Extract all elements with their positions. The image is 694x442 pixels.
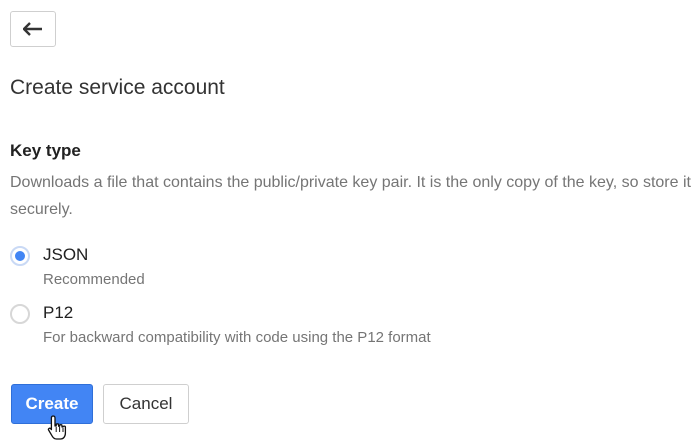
radio-label-p12: P12: [43, 303, 74, 322]
radio-option-p12[interactable]: P12 For backward compatibility with code…: [10, 302, 431, 348]
radio-button-json[interactable]: [10, 246, 30, 266]
radio-sublabel-p12: For backward compatibility with code usi…: [43, 329, 431, 346]
hand-pointer-cursor-icon: [47, 415, 67, 440]
cancel-button[interactable]: Cancel: [103, 384, 189, 424]
radio-button-p12[interactable]: [10, 304, 30, 324]
key-type-heading: Key type: [10, 141, 81, 160]
radio-option-json[interactable]: JSON Recommended: [10, 244, 145, 290]
back-button[interactable]: [10, 11, 56, 47]
radio-label-json: JSON: [43, 245, 89, 264]
arrow-back-icon: [23, 22, 42, 36]
radio-sublabel-json: Recommended: [43, 271, 145, 288]
key-type-description: Downloads a file that contains the publi…: [10, 174, 691, 218]
page-title: Create service account: [10, 76, 225, 99]
